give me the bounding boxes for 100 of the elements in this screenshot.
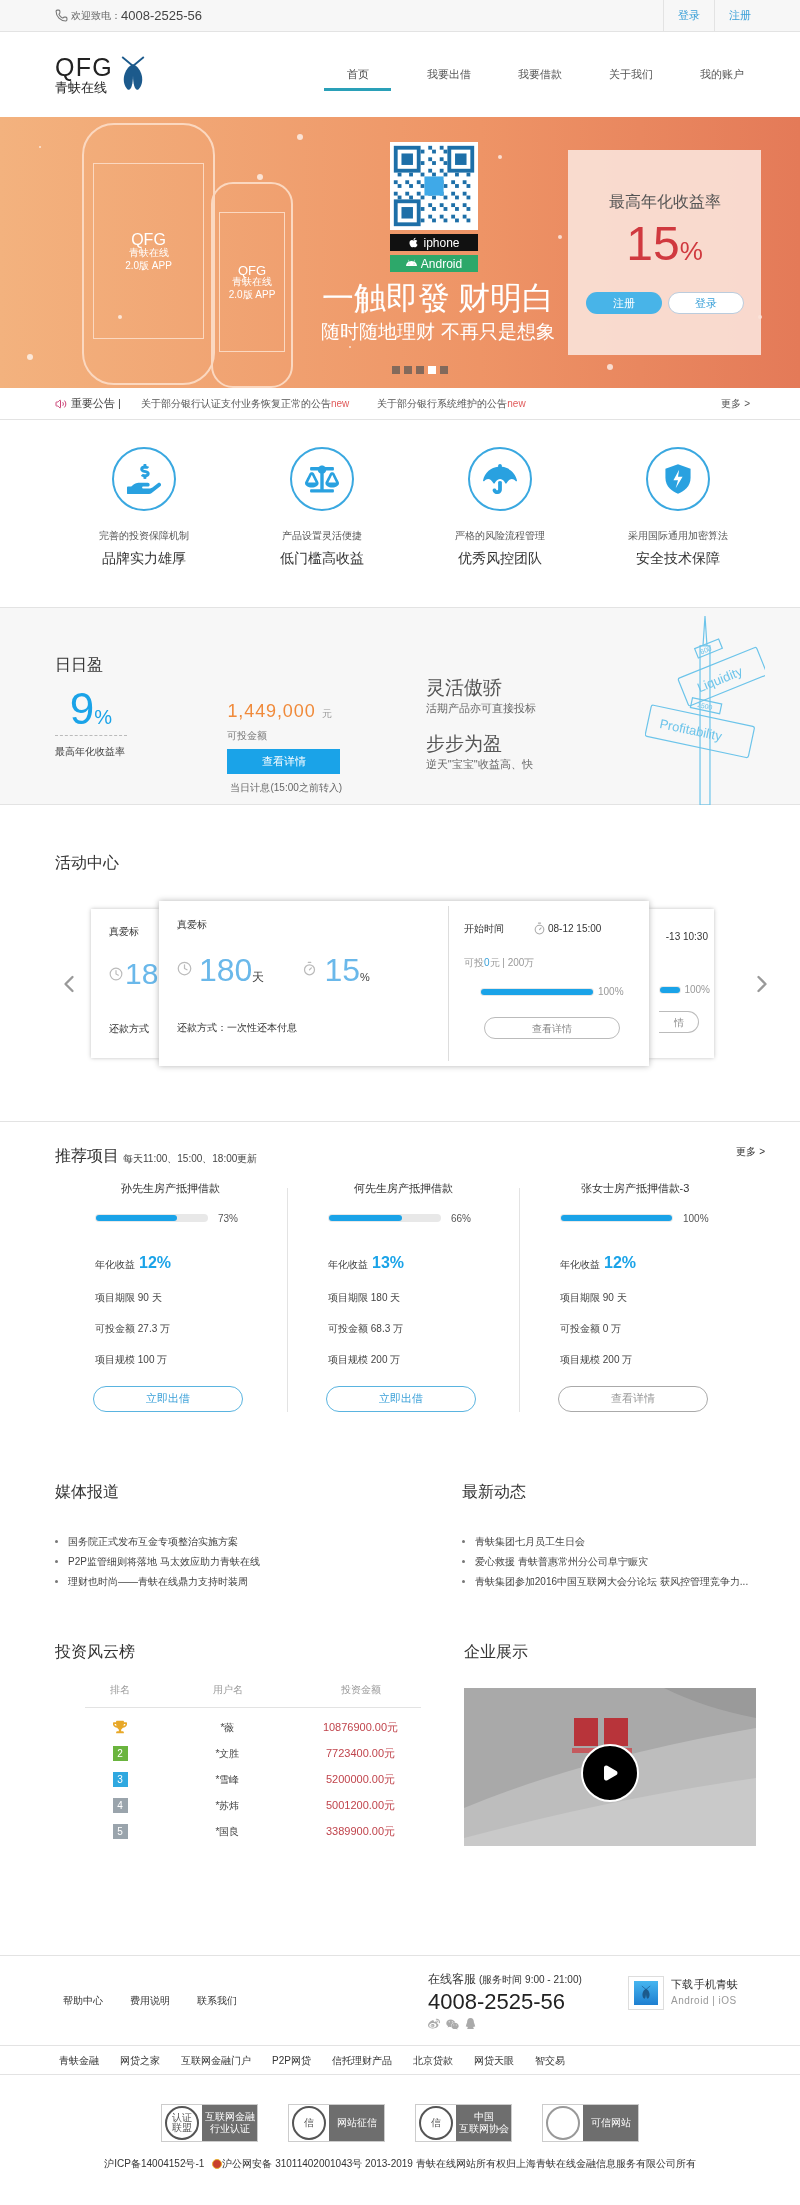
project-rate: 年化收益 12%: [560, 1252, 638, 1273]
badge-text: 可信网站: [590, 2116, 631, 2130]
app-title: 下载手机青蚨: [671, 1977, 739, 1992]
start-time: 08-12 15:00: [548, 922, 602, 936]
slogan-text: 逆天"宝宝"收益高、快: [425, 757, 534, 772]
daily-amount: 1,449,000 元: [227, 702, 332, 720]
card-title: 真爱标: [177, 918, 208, 932]
badge-text: 网站征信: [336, 2116, 377, 2130]
daily-rate-label: 最高年化收益率: [55, 745, 126, 759]
section-title: 媒体报道: [55, 1483, 119, 1500]
banner-slogan: 一触即發 财明白: [321, 282, 555, 314]
partner-link[interactable]: 北京贷款: [412, 2052, 453, 2068]
more-link[interactable]: 更多 >: [736, 1144, 765, 1159]
nav-tab[interactable]: 我的账户: [688, 57, 755, 92]
project-term: 项目期限 90 天: [95, 1290, 163, 1305]
project-scale: 项目规模 200 万: [560, 1352, 634, 1367]
column-header: 排名: [109, 1683, 131, 1697]
seal-text: 信: [430, 2118, 442, 2128]
table-cell-text: 5001200.00元: [324, 1797, 397, 1813]
certification-badge[interactable]: 信 中国 互联网协会: [415, 2104, 512, 2142]
partner-link[interactable]: P2P网贷: [272, 2052, 311, 2068]
card-repayment: 还款方式: [109, 1022, 150, 1036]
progress-percent: 100%: [683, 1211, 709, 1226]
nav-tab[interactable]: 关于我们: [597, 57, 664, 92]
logo-subtitle: 青蚨在线: [55, 81, 107, 94]
clock-icon: [109, 967, 123, 981]
partner-link[interactable]: 青蚨金融: [59, 2052, 99, 2068]
project-rate: 年化收益 12%: [95, 1252, 173, 1273]
rank-badge: 2: [112, 1745, 128, 1761]
rank-badge: 4: [112, 1797, 128, 1813]
notice-label: 重要公告 |: [71, 396, 121, 412]
umbrella-icon: [483, 462, 517, 496]
nav-tab[interactable]: 首页: [324, 57, 391, 92]
news-link[interactable]: 国务院正式发布互金专项整治实施方案: [68, 1534, 238, 1549]
partner-link[interactable]: 网贷之家: [120, 2052, 160, 2068]
banner-subslogan: 随时随地理财 不再只是想象: [321, 322, 555, 341]
coins-hand-icon: [127, 462, 161, 496]
table-cell-text: *雪峰: [214, 1772, 241, 1787]
project-available: 可投金额 68.3 万: [328, 1321, 405, 1336]
phone-logo-subtitle: 青蚨在线: [232, 277, 272, 287]
project-title: 孙先生房产抵押借款: [119, 1181, 221, 1196]
more-link[interactable]: 更多 >: [721, 396, 750, 411]
section-title: 日日盈: [55, 655, 104, 675]
partner-link[interactable]: 网贷天眼: [473, 2052, 514, 2068]
table-cell-text: 7723400.00元: [324, 1745, 397, 1761]
project-title: 何先生房产抵押借款: [352, 1181, 454, 1196]
feature-title: 优秀风控团队: [458, 549, 542, 568]
service-phone: 4008-2525-56: [428, 1988, 566, 2016]
news-link[interactable]: 青蚨集团七月员工生日会: [474, 1534, 585, 1549]
feature-title: 安全技术保障: [636, 549, 720, 568]
rank-badge: 3: [112, 1771, 128, 1787]
card-rate: 15%: [324, 954, 370, 986]
section-title: 最新动态: [461, 1483, 526, 1500]
certification-badge[interactable]: 可信网站: [542, 2104, 639, 2142]
footer-link[interactable]: 帮助中心: [63, 1993, 103, 2008]
badge-text: 互联网金融: [204, 2110, 255, 2123]
project-term: 项目期限 180 天: [328, 1290, 402, 1305]
logo-text: QFG: [55, 55, 113, 80]
available-amount: 可投0元 | 200万: [464, 956, 536, 970]
notice-link[interactable]: 关于部分银行系统维护的公告new: [377, 396, 526, 411]
card-repayment: 还款方式：一次性还本付息: [177, 1021, 298, 1035]
phone-caption: 2.0版 APP: [228, 290, 276, 300]
wechat-icon[interactable]: [446, 2017, 459, 2031]
feature-title: 品牌实力雄厚: [102, 549, 186, 568]
news-link[interactable]: 理财也时尚——青蚨在线鼎力支持时装周: [68, 1574, 248, 1589]
start-time: -13 10:30: [665, 930, 708, 944]
feature-caption: 完善的投资保障机制: [99, 529, 189, 543]
partner-link[interactable]: 信托理财产品: [331, 2052, 392, 2068]
slogan-title: 灵活傲骄: [425, 676, 503, 700]
play-icon: [601, 1764, 619, 1782]
partner-link[interactable]: 互联网金融门户: [181, 2052, 251, 2068]
table-cell-text: *文胜: [214, 1746, 241, 1761]
seal-icon: [546, 2106, 580, 2140]
feature-caption: 严格的风险流程管理: [455, 529, 545, 543]
certification-badge[interactable]: 认证联盟 互联网金融 行业认证: [161, 2104, 258, 2142]
weibo-icon[interactable]: [428, 2017, 440, 2030]
section-title: 活动中心: [55, 854, 119, 871]
news-link[interactable]: 青蚨集团参加2016中国互联网大会分论坛 获风控管理竞争力...: [474, 1574, 749, 1589]
partner-link[interactable]: 智交易: [534, 2052, 565, 2068]
notice-link[interactable]: 关于部分银行认证支付业务恢复正常的公告new: [140, 396, 350, 411]
qq-icon[interactable]: [465, 2017, 476, 2029]
promo-title: 最高年化收益率: [608, 192, 721, 212]
footer-link[interactable]: 联系我们: [197, 1993, 237, 2008]
certification-badge[interactable]: 信 网站征信: [288, 2104, 385, 2142]
phone-caption: 2.0版 APP: [125, 260, 172, 271]
nav-tab[interactable]: 我要借款: [506, 57, 573, 92]
project-rate: 年化收益 13%: [328, 1252, 406, 1273]
news-link[interactable]: 爱心救援 青蚨普惠常州分公司阜宁赈灾: [474, 1554, 648, 1569]
footer-link[interactable]: 费用说明: [130, 1993, 170, 2008]
android-icon: [405, 258, 417, 269]
app-download-button[interactable]: iphone: [390, 234, 478, 251]
news-link[interactable]: P2P监管细则将落地 马太效应助力青蚨在线: [68, 1554, 260, 1569]
section-title: 推荐项目: [55, 1146, 119, 1166]
phone-icon: [55, 9, 68, 22]
nav-tab[interactable]: 我要出借: [415, 57, 482, 92]
progress-percent: 66%: [451, 1211, 471, 1226]
bullet-icon: [461, 1580, 465, 1583]
promo-rate: 15%: [626, 220, 703, 268]
slogan-text: 活期产品亦可直接投标: [425, 700, 537, 716]
copyright-text: 沪公网安备 31011402001043号 2013-2019 青蚨在线网站所有权归上海青蚨在线金融信息服务有限公司所有: [222, 2157, 696, 2171]
